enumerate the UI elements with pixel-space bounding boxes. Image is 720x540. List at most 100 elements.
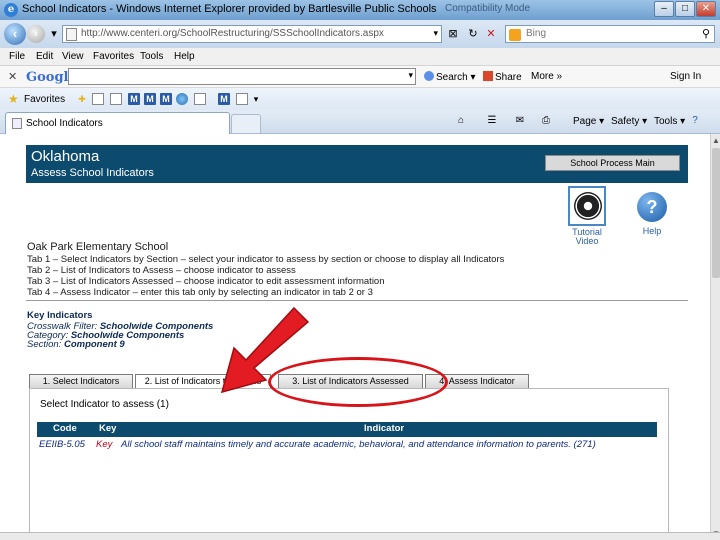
school-name: Oak Park Elementary School bbox=[27, 241, 169, 253]
favorites-bar: ★ Favorites ✚ M M M M ▾ bbox=[0, 88, 720, 110]
menu-edit[interactable]: Edit bbox=[36, 51, 53, 62]
compat-view-icon[interactable]: ⊠ bbox=[445, 26, 461, 42]
bing-search-input[interactable]: Bing ⚲ bbox=[505, 25, 715, 43]
command-bar: School Indicators ⌂ ☰ ✉ ⎙ Page ▾ Safety … bbox=[0, 110, 720, 134]
page-menu[interactable]: Page ▾ bbox=[573, 116, 604, 127]
tab-school-indicators[interactable]: School Indicators bbox=[5, 112, 230, 134]
indicator-text[interactable]: All school staff maintains timely and ac… bbox=[121, 439, 596, 450]
table-header: Code Key Indicator bbox=[37, 422, 657, 437]
bing-placeholder: Bing bbox=[526, 28, 547, 39]
school-process-main-button[interactable]: School Process Main bbox=[545, 155, 680, 171]
menu-tools[interactable]: Tools bbox=[140, 51, 163, 62]
page-menu-label: Page bbox=[573, 116, 597, 127]
section-filter: Section: Component 9 bbox=[27, 339, 125, 350]
menu-file[interactable]: File bbox=[9, 51, 25, 62]
tools-menu[interactable]: Tools ▾ bbox=[654, 116, 685, 127]
read-mail-icon[interactable]: ✉ bbox=[514, 115, 526, 127]
search-icon[interactable]: ⚲ bbox=[702, 27, 710, 40]
tab-label: School Indicators bbox=[26, 118, 103, 129]
google-search-label: Search bbox=[436, 72, 468, 83]
address-bar: ‹ › ▾ http://www.centeri.org/SchoolRestr… bbox=[0, 20, 720, 48]
share-label: Share bbox=[495, 72, 522, 83]
page-content: Oklahoma Assess School Indicators School… bbox=[0, 134, 710, 540]
favorite-m-icon[interactable]: M bbox=[128, 93, 140, 105]
sign-in-link[interactable]: Sign In bbox=[670, 71, 701, 82]
menu-help[interactable]: Help bbox=[174, 51, 195, 62]
favorites-star-icon[interactable]: ★ bbox=[8, 92, 19, 106]
close-window-button[interactable]: ✕ bbox=[696, 1, 716, 17]
maximize-button[interactable]: □ bbox=[675, 1, 695, 17]
share-button[interactable]: Share bbox=[483, 71, 522, 83]
add-favorite-icon[interactable]: ✚ bbox=[76, 93, 88, 105]
safety-menu-label: Safety bbox=[611, 116, 640, 127]
stop-icon[interactable]: ✕ bbox=[483, 26, 499, 42]
tutorial-video-label: Tutorial Video bbox=[572, 227, 602, 246]
share-icon bbox=[483, 71, 493, 81]
window-title: School Indicators - Windows Internet Exp… bbox=[22, 3, 437, 15]
vertical-scrollbar[interactable]: ▲ ▼ bbox=[710, 134, 720, 540]
menu-bar: File Edit View Favorites Tools Help bbox=[0, 48, 720, 66]
page-subtitle: Assess School Indicators bbox=[31, 167, 154, 179]
page-header: Oklahoma Assess School Indicators School… bbox=[26, 145, 688, 183]
divider bbox=[26, 300, 688, 301]
scroll-up-icon[interactable]: ▲ bbox=[712, 136, 720, 145]
page-icon bbox=[66, 28, 77, 41]
favorites-label[interactable]: Favorites bbox=[24, 94, 65, 105]
google-search-input[interactable]: ▾ bbox=[68, 68, 416, 85]
window-controls: – □ ✕ bbox=[654, 1, 716, 17]
new-tab-button[interactable] bbox=[231, 114, 261, 134]
tab-description: Tab 1 – Select Indicators by Section – s… bbox=[27, 254, 505, 265]
minimize-button[interactable]: – bbox=[654, 1, 674, 17]
favorite-page-icon[interactable] bbox=[92, 93, 104, 105]
favorite-page-icon[interactable] bbox=[194, 93, 206, 105]
title-bar: e School Indicators - Windows Internet E… bbox=[0, 0, 720, 20]
scrollbar-thumb[interactable] bbox=[712, 148, 720, 278]
forward-arrow-icon[interactable]: › bbox=[27, 25, 45, 43]
history-dropdown-icon[interactable]: ▾ bbox=[46, 26, 62, 42]
print-icon[interactable]: ⎙ bbox=[540, 115, 552, 127]
column-key: Key bbox=[99, 423, 117, 434]
red-circle-annotation bbox=[268, 357, 448, 407]
indicator-code-link[interactable]: EEIIB-5.05 bbox=[39, 439, 85, 450]
refresh-icon[interactable]: ↻ bbox=[465, 26, 481, 42]
select-indicator-label: Select Indicator to assess (1) bbox=[40, 399, 169, 410]
indicator-panel: Select Indicator to assess (1) Code Key … bbox=[29, 388, 669, 540]
favorite-m-icon[interactable]: M bbox=[160, 93, 172, 105]
table-row[interactable]: EEIIB-5.05 Key All school staff maintain… bbox=[37, 439, 657, 453]
favorite-page-icon[interactable] bbox=[110, 93, 122, 105]
column-code: Code bbox=[53, 423, 77, 434]
tab-page-icon bbox=[12, 118, 22, 129]
favorite-page-icon[interactable] bbox=[236, 93, 248, 105]
key-indicators-title: Key Indicators bbox=[27, 310, 93, 321]
favorite-globe-icon[interactable] bbox=[176, 93, 188, 105]
google-toolbar: ✕ Google ▾ Search ▾ Share More » Sign In bbox=[0, 66, 720, 88]
section-value: Component 9 bbox=[63, 339, 125, 350]
feeds-icon[interactable]: ☰ bbox=[486, 115, 498, 127]
url-dropdown-icon[interactable]: ▾ bbox=[433, 28, 438, 39]
tab-select-indicators[interactable]: 1. Select Indicators bbox=[29, 374, 133, 388]
more-button[interactable]: More » bbox=[531, 71, 562, 82]
help-link[interactable]: ? Help bbox=[634, 192, 670, 236]
home-icon[interactable]: ⌂ bbox=[455, 115, 467, 127]
tab-description: Tab 2 – List of Indicators to Assess – c… bbox=[27, 265, 296, 276]
url-text: http://www.centeri.org/SchoolRestructuri… bbox=[81, 28, 384, 39]
url-input[interactable]: http://www.centeri.org/SchoolRestructuri… bbox=[62, 25, 442, 43]
favorite-m-icon[interactable]: M bbox=[218, 93, 230, 105]
tab-description: Tab 3 – List of Indicators Assessed – ch… bbox=[27, 276, 385, 287]
column-indicator: Indicator bbox=[364, 423, 405, 434]
favorites-more-icon[interactable]: ▾ bbox=[250, 93, 262, 105]
tutorial-video-link[interactable]: Tutorial Video bbox=[567, 186, 607, 246]
tools-menu-label: Tools bbox=[654, 116, 678, 127]
menu-favorites[interactable]: Favorites bbox=[93, 51, 134, 62]
tab-description: Tab 4 – Assess Indicator – enter this ta… bbox=[27, 287, 373, 298]
google-search-dropdown-icon[interactable]: ▾ bbox=[408, 70, 413, 81]
favorite-m-icon[interactable]: M bbox=[144, 93, 156, 105]
question-mark-icon: ? bbox=[637, 192, 667, 222]
back-arrow-icon[interactable]: ‹ bbox=[4, 23, 26, 45]
safety-menu[interactable]: Safety ▾ bbox=[611, 116, 647, 127]
google-search-button[interactable]: Search ▾ bbox=[424, 71, 476, 83]
help-circle-icon[interactable]: ? bbox=[689, 115, 701, 127]
film-reel-icon bbox=[568, 186, 606, 226]
close-toolbar-icon[interactable]: ✕ bbox=[8, 70, 17, 83]
menu-view[interactable]: View bbox=[62, 51, 84, 62]
